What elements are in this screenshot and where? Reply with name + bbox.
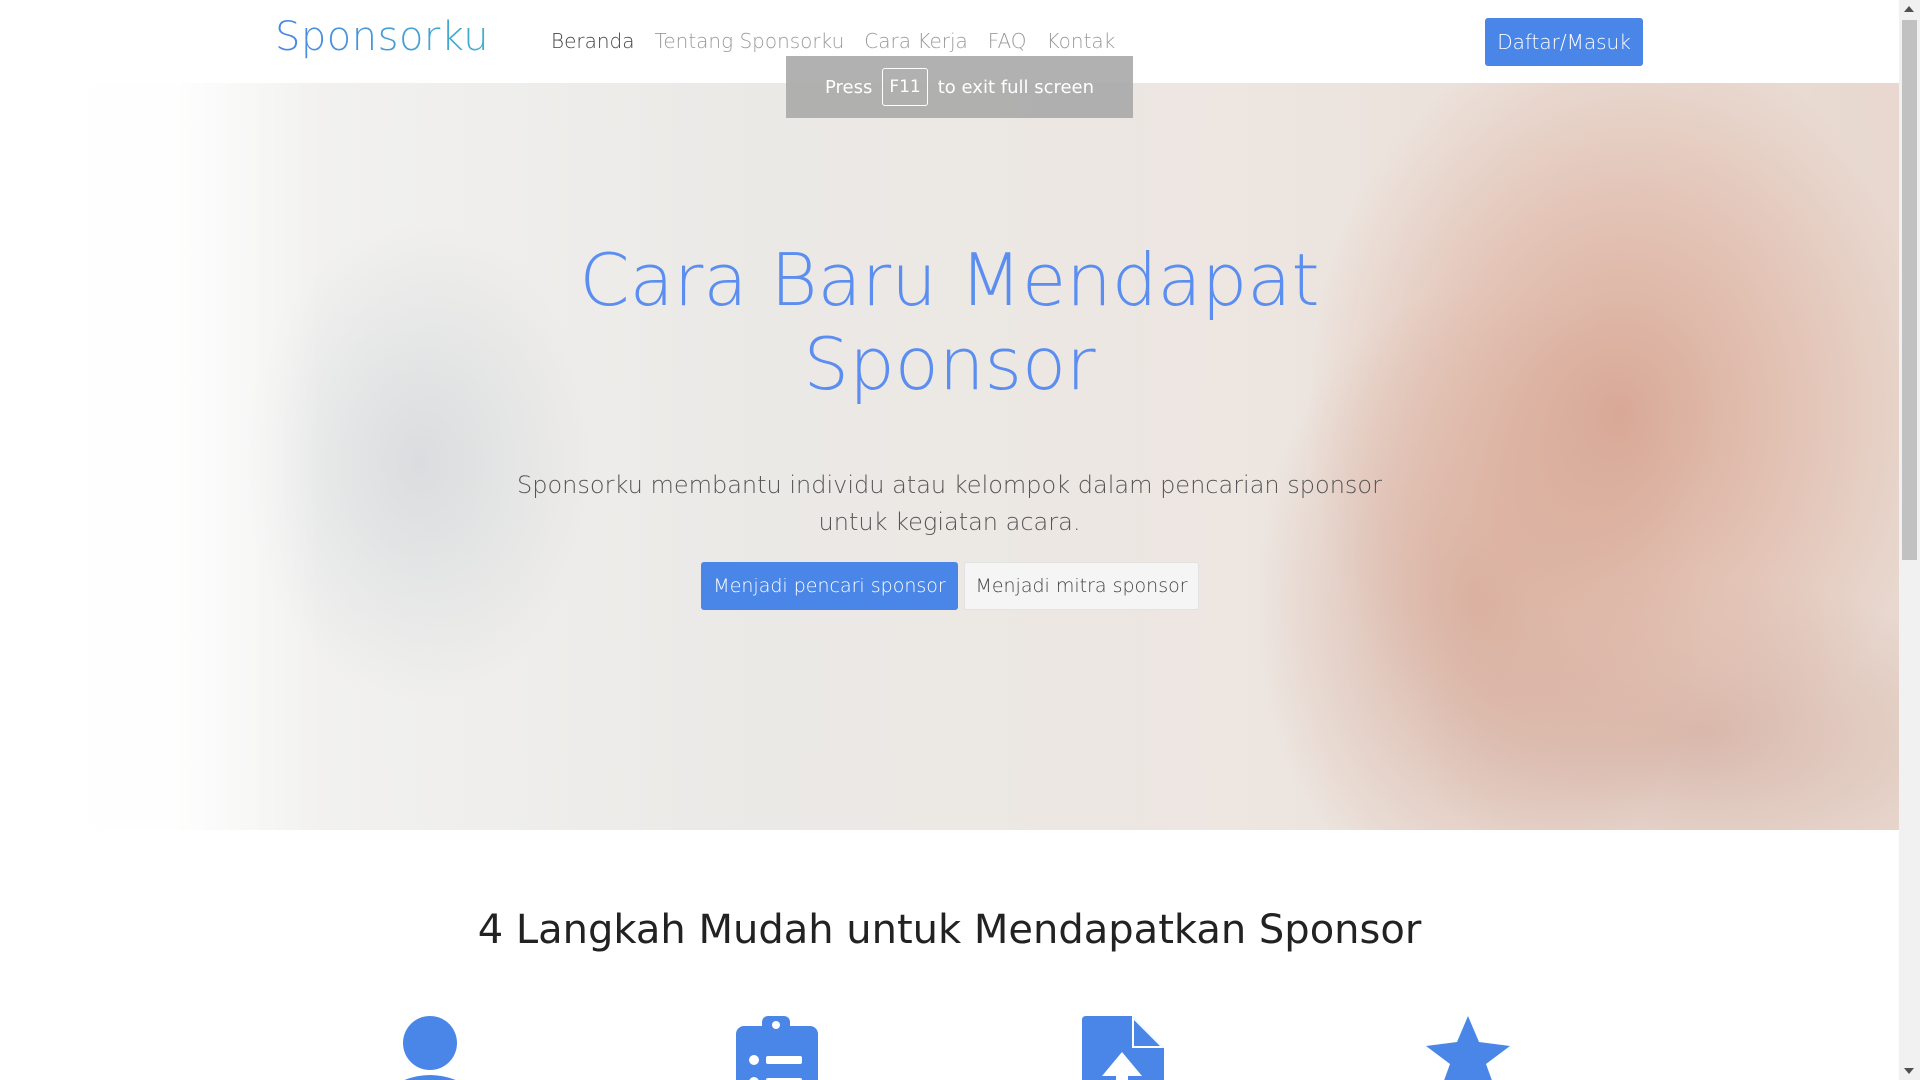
nav-link-beranda[interactable]: Beranda: [551, 29, 635, 53]
hero-subtitle: Sponsorku membantu individu atau kelompo…: [0, 467, 1899, 541]
nav-link-tentang[interactable]: Tentang Sponsorku: [655, 29, 845, 53]
hero-subtitle-line-1: Sponsorku membantu individu atau kelompo…: [517, 471, 1382, 499]
register-login-button[interactable]: Daftar/Masuk: [1485, 18, 1643, 66]
brand-logo[interactable]: Sponsorku: [275, 14, 489, 60]
user-icon: [403, 1016, 457, 1080]
nav-link-faq[interactable]: FAQ: [988, 29, 1027, 53]
f11-key: F11: [882, 68, 928, 106]
nav-links: Beranda Tentang Sponsorku Cara Kerja FAQ…: [551, 29, 1115, 53]
hero-title: Cara Baru Mendapat Sponsor: [0, 238, 1899, 406]
fullscreen-notice-suffix: to exit full screen: [937, 76, 1095, 98]
scrollbar-thumb[interactable]: [1902, 20, 1917, 560]
nav-link-cara-kerja[interactable]: Cara Kerja: [864, 29, 968, 53]
sponsor-partner-button[interactable]: Menjadi mitra sponsor: [964, 562, 1199, 610]
hero-subtitle-line-2: untuk kegiatan acara.: [818, 508, 1081, 536]
steps-title: 4 Langkah Mudah untuk Mendapatkan Sponso…: [477, 907, 1422, 953]
browser-viewport: Sponsorku Beranda Tentang Sponsorku Cara…: [0, 0, 1899, 1080]
fullscreen-notice-prefix: Press: [824, 76, 873, 98]
hero-title-line-1: Cara Baru Mendapat: [579, 238, 1320, 322]
nav-link-kontak[interactable]: Kontak: [1047, 29, 1116, 53]
hero-buttons: Menjadi pencari sponsor Menjadi mitra sp…: [701, 562, 1199, 610]
vertical-scrollbar[interactable]: [1899, 0, 1920, 1080]
hero-section: Cara Baru Mendapat Sponsor Sponsorku mem…: [0, 83, 1899, 830]
fullscreen-exit-notice: Press F11 to exit full screen: [786, 56, 1133, 118]
document-upload-icon: [1082, 1016, 1164, 1080]
scroll-down-arrow[interactable]: [1904, 1068, 1914, 1074]
scroll-up-arrow[interactable]: [1904, 6, 1914, 12]
hero-background-image: [0, 83, 320, 830]
hero-title-line-2: Sponsor: [803, 322, 1096, 406]
clipboard-list-icon: [736, 1016, 818, 1080]
star-icon: [1426, 1016, 1510, 1080]
sponsor-seeker-button[interactable]: Menjadi pencari sponsor: [701, 562, 958, 610]
